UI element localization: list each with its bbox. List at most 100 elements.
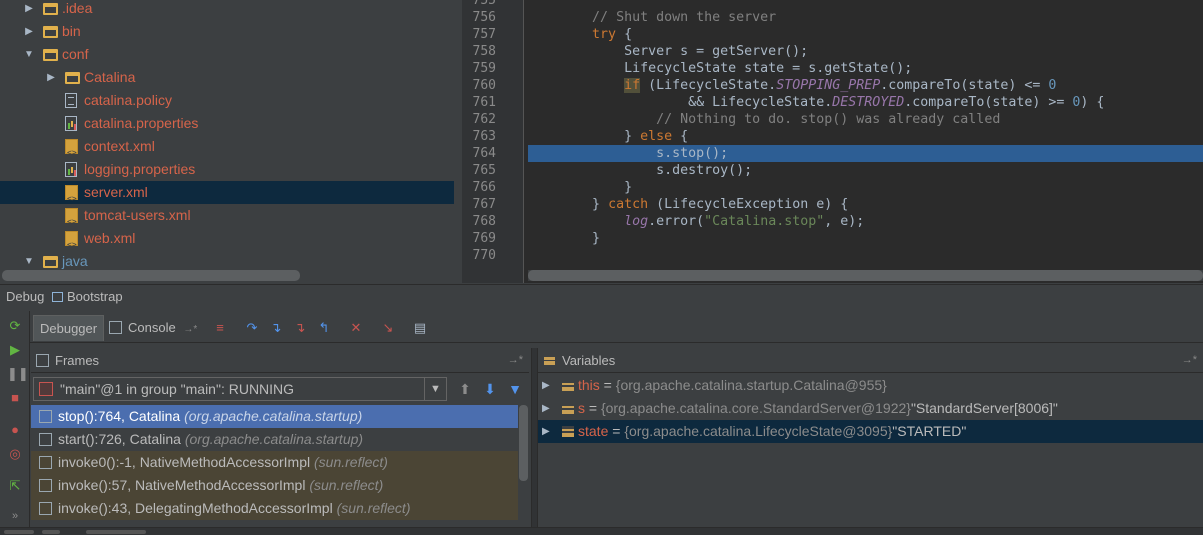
variable-row[interactable]: ▶ state = {org.apache.catalina.LifecycleS… [538, 420, 1203, 443]
tree-item-label: catalina.policy [84, 92, 172, 108]
code-line[interactable]: && LifecycleState.DESTROYED.compareTo(st… [528, 94, 1203, 111]
code-editor[interactable]: 755 756 757 758 759 760 761 762 763 764 765 766 767 7… [462, 0, 1203, 283]
variables-panel-header: Variables →* [538, 348, 1203, 373]
code-line[interactable]: } [528, 179, 1203, 196]
view-breakpoints-icon[interactable]: ● [7, 422, 23, 438]
frame-row[interactable]: invoke0():-1, NativeMethodAccessorImpl (… [31, 451, 518, 474]
code-line[interactable] [528, 0, 1203, 9]
tree-item[interactable]: context.xml [0, 135, 454, 164]
drop-frame-icon[interactable]: ✕ [348, 320, 364, 336]
field-icon [562, 403, 574, 414]
editor-scroll-thumb[interactable] [528, 270, 1203, 281]
frames-vertical-scrollbar[interactable] [518, 405, 529, 523]
variable-value: "StandardServer[8006]" [910, 400, 1058, 416]
variable-type: {org.apache.catalina.core.StandardServer… [600, 400, 911, 416]
restore-layout-icon[interactable]: ⇱ [7, 478, 23, 494]
frame-row[interactable]: stop():764, Catalina (org.apache.catalin… [31, 405, 518, 428]
filter-icon[interactable]: ▼ [506, 380, 524, 398]
tab-console[interactable]: Console →* [104, 315, 203, 341]
panel-splitter[interactable] [531, 348, 538, 535]
code-line[interactable]: // Shut down the server [528, 9, 1203, 26]
code-line[interactable]: s.destroy(); [528, 162, 1203, 179]
project-tree[interactable]: ▶ .idea ▶ bin ▼ conf ▶ Catalina catalina.policy c… [0, 0, 462, 283]
code-line[interactable]: } catch (LifecycleException e) { [528, 196, 1203, 213]
code-line[interactable]: if (LifecycleState.STOPPING_PREP.compare… [528, 77, 1203, 94]
collapsed-arrow-icon[interactable]: ▶ [22, 20, 36, 43]
editor-horizontal-scrollbar[interactable] [528, 270, 1203, 281]
step-out-icon[interactable]: ↰ [316, 320, 332, 336]
tree-horizontal-scrollbar[interactable] [2, 270, 300, 281]
run-to-cursor-icon[interactable]: ↘ [380, 320, 396, 336]
tree-item[interactable]: tomcat-users.xml [0, 204, 454, 233]
debug-tab-bar: Debugger Console →* ≡ ↷ ↴ ↴ ↰ ✕ ↘ ▤ [30, 311, 1203, 343]
resume-icon[interactable]: ▶ [7, 342, 23, 358]
frame-row[interactable]: invoke():43, DelegatingMethodAccessorImp… [31, 497, 518, 520]
tree-item[interactable]: catalina.properties [0, 112, 454, 135]
tree-item[interactable]: server.xml [0, 181, 454, 210]
status-segment [86, 530, 146, 534]
tree-item-label: context.xml [84, 138, 155, 154]
variable-row[interactable]: ▶ s = {org.apache.catalina.core.StandardS… [538, 397, 1203, 420]
code-line[interactable]: // Nothing to do. stop() was already cal… [528, 111, 1203, 128]
expand-arrow-icon[interactable]: ▶ [542, 420, 550, 443]
folder-icon [43, 26, 58, 38]
next-frame-icon[interactable]: ⬇ [481, 380, 499, 398]
force-step-into-icon[interactable]: ↴ [292, 320, 308, 336]
chevron-down-icon[interactable]: ▼ [424, 378, 446, 400]
variable-row[interactable]: ▶ this = {org.apache.catalina.startup.Cat… [538, 374, 1203, 397]
frame-icon [39, 502, 52, 515]
collapsed-arrow-icon[interactable]: ▶ [22, 0, 36, 20]
status-segment [4, 530, 34, 534]
expand-arrow-icon[interactable]: ▶ [542, 374, 550, 397]
show-execution-point-icon[interactable]: ≡ [212, 320, 228, 336]
frame-package: (org.apache.catalina.startup) [184, 408, 363, 424]
tree-item[interactable]: web.xml [0, 227, 454, 256]
rerun-icon[interactable]: ⟳ [7, 318, 23, 334]
tab-debugger[interactable]: Debugger [33, 315, 105, 341]
previous-frame-icon[interactable]: ⬆ [456, 380, 474, 398]
tree-item[interactable]: ▶ .idea [0, 0, 454, 20]
expanded-arrow-icon[interactable]: ▼ [22, 43, 36, 66]
code-line[interactable]: } [528, 230, 1203, 247]
tree-item[interactable]: ▶ Catalina [0, 66, 454, 89]
tree-item[interactable]: logging.properties [0, 158, 454, 181]
variables-pin-icon[interactable]: →* [1182, 348, 1197, 373]
tab-console-label: Console [128, 320, 176, 335]
frames-scroll-thumb[interactable] [519, 405, 528, 481]
thread-selector[interactable]: "main"@1 in group "main": RUNNING ▼ [33, 377, 447, 401]
debug-tool-window-title: Debug Bootstrap [0, 284, 1203, 310]
expand-arrow-icon[interactable]: ▶ [542, 397, 550, 420]
folder-icon [43, 3, 58, 15]
code-line[interactable]: } else { [528, 128, 1203, 145]
code-line[interactable]: try { [528, 26, 1203, 43]
mute-breakpoints-icon[interactable]: ◎ [7, 446, 23, 462]
frame-icon [39, 479, 52, 492]
pause-icon[interactable]: ❚❚ [7, 366, 29, 382]
code-line[interactable]: LifecycleState state = s.getState(); [528, 60, 1203, 77]
stop-icon[interactable]: ■ [7, 390, 23, 406]
more-icon[interactable]: » [7, 508, 23, 524]
tree-item[interactable]: ▶ bin [0, 20, 454, 43]
console-icon [109, 321, 122, 334]
run-config-name[interactable]: Bootstrap [67, 289, 123, 304]
frames-list[interactable]: stop():764, Catalina (org.apache.catalin… [31, 405, 518, 523]
frames-pin-icon[interactable]: →* [508, 348, 523, 373]
frame-row[interactable]: invoke():57, NativeMethodAccessorImpl (s… [31, 474, 518, 497]
tree-item[interactable]: ▼ conf [0, 43, 454, 66]
frame-package: (sun.reflect) [336, 500, 411, 516]
code-line[interactable]: log.error("Catalina.stop", e); [528, 213, 1203, 230]
collapsed-arrow-icon[interactable]: ▶ [44, 66, 58, 89]
frame-row[interactable]: start():726, Catalina (org.apache.catali… [31, 428, 518, 451]
evaluate-expression-icon[interactable]: ▤ [412, 320, 428, 336]
status-segment [42, 530, 60, 534]
code-line[interactable]: s.stop(); [528, 145, 1203, 162]
code-line[interactable] [528, 247, 1203, 264]
code-area[interactable]: // Shut down the server try { Server s =… [462, 0, 1203, 283]
variables-tree[interactable]: ▶ this = {org.apache.catalina.startup.Cat… [538, 374, 1203, 535]
variable-equals: = [585, 400, 601, 416]
code-line[interactable]: Server s = getServer(); [528, 43, 1203, 60]
step-over-icon[interactable]: ↷ [244, 320, 260, 336]
thread-selected-value: "main"@1 in group "main": RUNNING [60, 381, 295, 397]
tree-item[interactable]: catalina.policy [0, 89, 454, 112]
step-into-icon[interactable]: ↴ [268, 320, 284, 336]
